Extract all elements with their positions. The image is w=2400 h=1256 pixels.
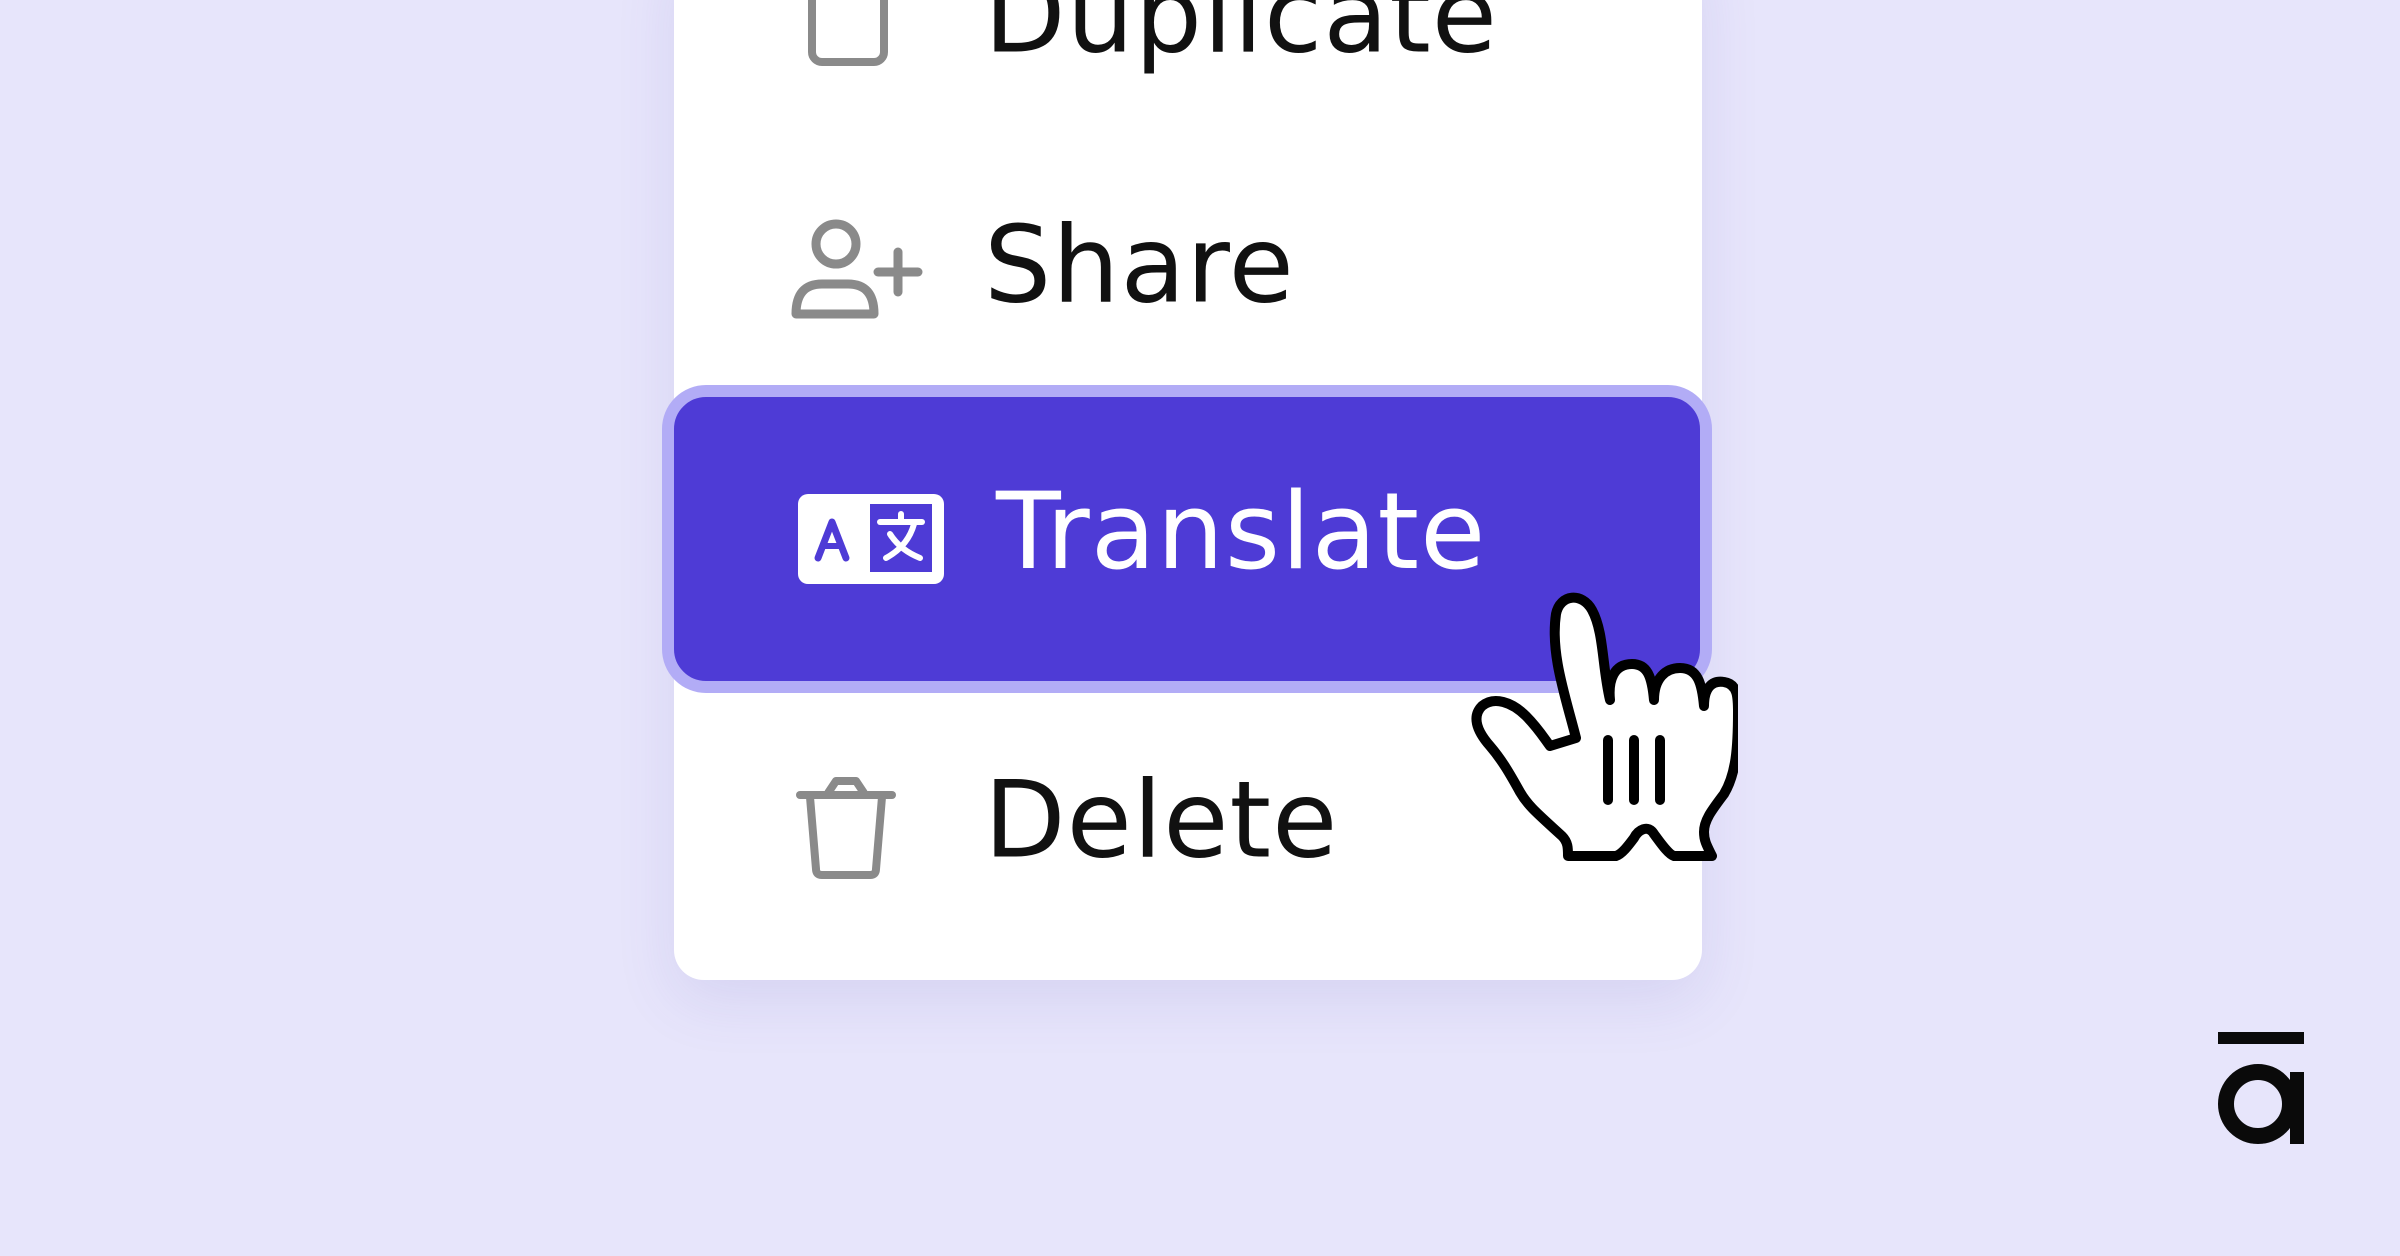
menu-item-duplicate[interactable]: Duplicate: [674, 0, 1702, 120]
brand-logo-icon: [2212, 1028, 2310, 1148]
menu-item-label: Translate: [996, 470, 1487, 594]
menu-item-label: Duplicate: [984, 0, 1499, 77]
menu-item-share[interactable]: Share: [674, 170, 1702, 370]
hand-pointer-cursor-icon: [1468, 588, 1743, 868]
add-user-icon: [788, 210, 938, 330]
translate-icon: [798, 479, 948, 599]
duplicate-icon: [788, 0, 938, 80]
menu-item-label: Share: [984, 203, 1295, 327]
trash-icon: [788, 765, 938, 885]
menu-item-label: Delete: [984, 758, 1339, 882]
